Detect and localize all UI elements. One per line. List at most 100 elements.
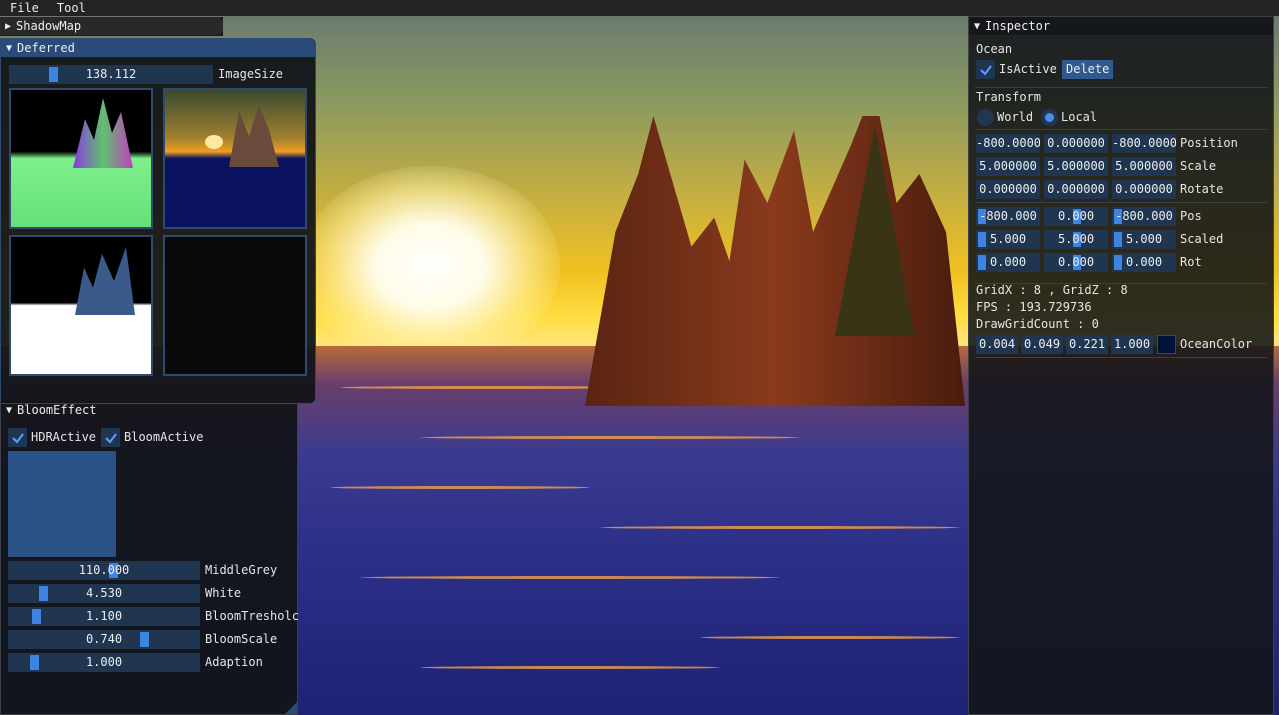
drag-input[interactable]: 5.000 [1112, 230, 1176, 249]
drag-grab[interactable] [1114, 232, 1122, 247]
menu-file[interactable]: File [0, 0, 47, 16]
shadowmap-titlebar[interactable]: ▶ ShadowMap [0, 17, 223, 35]
world-radio[interactable] [977, 109, 994, 126]
drag-value: 0.000 [1057, 209, 1095, 223]
inspector-titlebar[interactable]: ▼ Inspector [969, 17, 1273, 35]
drag-value: 5.000 [1057, 232, 1095, 246]
isactive-label: IsActive [999, 62, 1057, 76]
slider-label: BloomTresholc [205, 609, 299, 623]
deferred-titlebar[interactable]: ▼ Deferred [1, 39, 315, 57]
menu-bar: File Tool [0, 0, 1279, 16]
sun-glow [300, 166, 560, 366]
inspector-window: ▼ Inspector Ocean IsActive Delete Transf… [968, 16, 1274, 715]
transform-input[interactable]: -800.0000 [976, 134, 1040, 153]
bloom-slider[interactable]: 0.740 [8, 630, 200, 649]
gbuffer-depth-image [9, 235, 153, 376]
bloom-checkbox[interactable] [101, 428, 120, 447]
transform-input[interactable]: 0.000000 [976, 180, 1040, 199]
delete-button[interactable]: Delete [1062, 60, 1114, 79]
drag-value: -800.000 [1115, 209, 1173, 223]
slider-label: Adaption [205, 655, 263, 669]
bloom-window: ▼ BloomEffect HDRActive BloomActive 110.… [0, 400, 299, 715]
drag-grab[interactable] [978, 232, 986, 247]
transform-input[interactable]: 5.000000 [1044, 157, 1108, 176]
window-title: Deferred [17, 41, 75, 55]
slider-grab[interactable] [140, 632, 149, 647]
drag-value: 5.000 [1125, 232, 1163, 246]
expanded-arrow-icon[interactable]: ▼ [6, 405, 12, 416]
collapsed-arrow-icon[interactable]: ▶ [5, 21, 11, 32]
color-swatch[interactable] [1157, 335, 1176, 354]
slider-value: 1.000 [85, 655, 123, 669]
transform-input[interactable]: 5.000000 [1112, 157, 1176, 176]
drag-input[interactable]: -800.000 [1112, 207, 1176, 226]
object-name: Ocean [976, 42, 1013, 56]
resize-grip-icon[interactable] [285, 702, 297, 714]
transform-input[interactable]: 5.000000 [976, 157, 1040, 176]
slider-grab[interactable] [39, 586, 48, 601]
image-size-label: ImageSize [218, 67, 284, 81]
slider-value: 1.100 [85, 609, 123, 623]
transform-label: Transform [976, 90, 1042, 104]
slider-grab[interactable] [30, 655, 39, 670]
hdr-checkbox[interactable] [8, 428, 27, 447]
drag-value: 0.000 [989, 255, 1027, 269]
color-channel-input[interactable]: 0.004 [976, 335, 1018, 354]
drag-grab[interactable] [1114, 255, 1122, 270]
menu-tool[interactable]: Tool [47, 0, 94, 16]
drag-label: Scaled [1180, 232, 1224, 246]
drag-grab[interactable] [978, 255, 986, 270]
divider [975, 357, 1267, 358]
drag-input[interactable]: 0.000 [1044, 253, 1108, 272]
drag-label: Pos [1180, 209, 1202, 223]
window-title: ShadowMap [16, 19, 82, 33]
bloom-slider[interactable]: 1.000 [8, 653, 200, 672]
drag-input[interactable]: -800.000 [976, 207, 1040, 226]
expanded-arrow-icon[interactable]: ▼ [6, 43, 12, 54]
transform-input[interactable]: 0.000000 [1112, 180, 1176, 199]
drag-input[interactable]: 0.000 [1112, 253, 1176, 272]
ocean-color-label: OceanColor [1180, 337, 1253, 351]
drag-input[interactable]: 0.000 [976, 253, 1040, 272]
slider-grab[interactable] [49, 67, 58, 82]
slider-label: White [205, 586, 242, 600]
gbuffer-specular-image [163, 235, 307, 376]
local-radio[interactable] [1041, 109, 1058, 126]
divider [975, 129, 1267, 130]
expanded-arrow-icon[interactable]: ▼ [974, 21, 980, 32]
drawgrid-info: DrawGridCount : 0 [976, 317, 1099, 331]
slider-value: 4.530 [85, 586, 123, 600]
drag-input[interactable]: 0.000 [1044, 207, 1108, 226]
color-channel-input[interactable]: 0.049 [1021, 335, 1063, 354]
bloom-slider[interactable]: 4.530 [8, 584, 200, 603]
window-title: Inspector [985, 19, 1051, 33]
window-title: BloomEffect [17, 403, 97, 417]
pine-tree [835, 126, 915, 336]
bloom-slider[interactable]: 1.100 [8, 607, 200, 626]
divider [975, 202, 1267, 203]
slider-value: 110.000 [78, 563, 130, 577]
drag-label: Rot [1180, 255, 1202, 269]
transform-label: Scale [1180, 159, 1217, 173]
check-icon [104, 432, 117, 444]
drag-input[interactable]: 5.000 [976, 230, 1040, 249]
luminance-preview [8, 451, 116, 557]
drag-value: 5.000 [989, 232, 1027, 246]
world-label: World [997, 110, 1034, 124]
transform-input[interactable]: 0.000000 [1044, 134, 1108, 153]
transform-input[interactable]: 0.000000 [1044, 180, 1108, 199]
slider-grab[interactable] [32, 609, 41, 624]
image-size-slider[interactable]: 138.112 [9, 65, 213, 84]
bloom-slider[interactable]: 110.000 [8, 561, 200, 580]
gbuffer-albedo-image [163, 88, 307, 229]
drag-value: -800.000 [979, 209, 1037, 223]
transform-label: Rotate [1180, 182, 1224, 196]
shadowmap-window: ▶ ShadowMap [0, 17, 223, 36]
slider-value: 138.112 [85, 67, 137, 81]
drag-value: 0.000 [1057, 255, 1095, 269]
color-channel-input[interactable]: 0.221 [1066, 335, 1108, 354]
drag-input[interactable]: 5.000 [1044, 230, 1108, 249]
isactive-checkbox[interactable] [976, 60, 995, 79]
transform-input[interactable]: -800.0000 [1112, 134, 1176, 153]
color-channel-input[interactable]: 1.000 [1111, 335, 1153, 354]
